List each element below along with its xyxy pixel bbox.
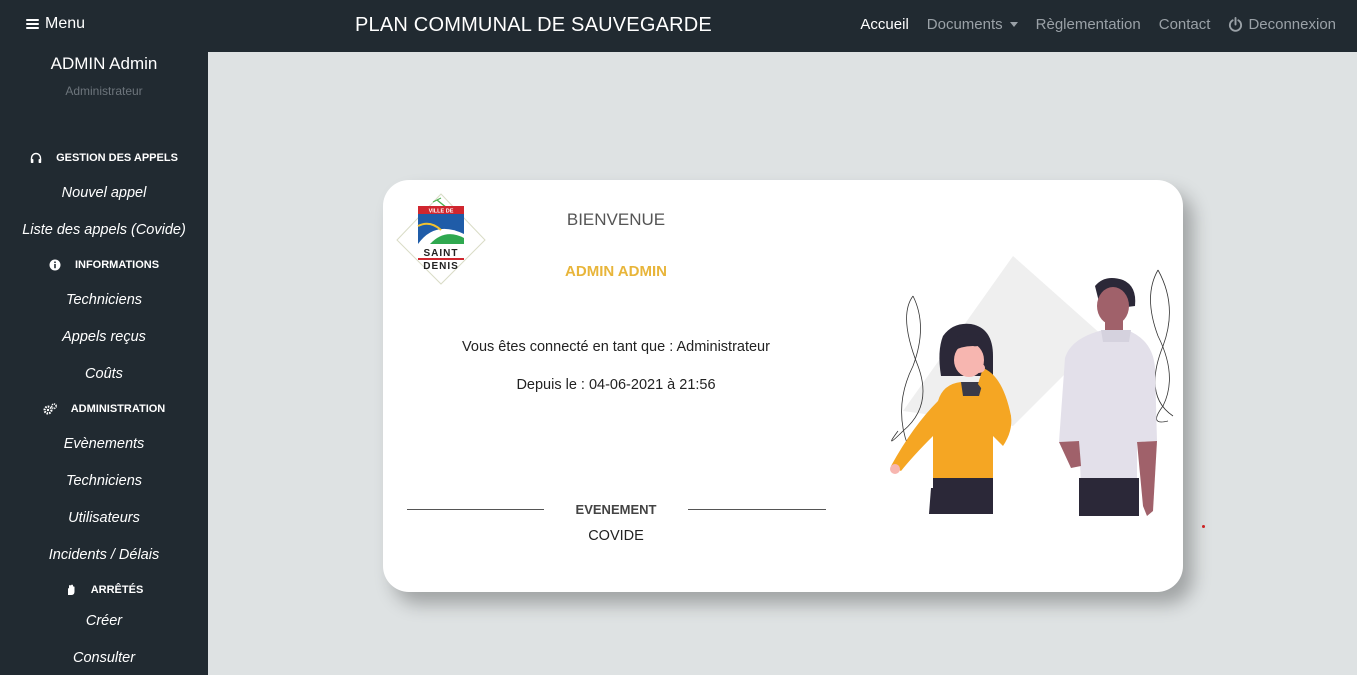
admin-name: ADMIN ADMIN — [565, 263, 667, 280]
sidebar-item-users[interactable]: Utilisateurs — [0, 510, 208, 526]
event-value: COVIDE — [588, 528, 644, 544]
logo-line1: SAINT — [424, 248, 459, 259]
since-text: Depuis le : 04-06-2021 à 21:56 — [516, 377, 716, 393]
sidebar-item-costs[interactable]: Coûts — [0, 366, 208, 382]
sidebar-item-consult[interactable]: Consulter — [0, 650, 208, 666]
gears-icon — [43, 403, 57, 415]
top-navbar: Menu PLAN COMMUNAL DE SAUVEGARDE Accueil… — [0, 0, 1357, 52]
headphones-icon — [30, 152, 42, 163]
sidebar-item-events[interactable]: Evènements — [0, 436, 208, 452]
nav-regulation-label: Règlementation — [1035, 16, 1141, 33]
people-illustration — [890, 256, 1174, 516]
nav-documents-label: Documents — [926, 16, 1003, 33]
red-dot-marker — [1202, 525, 1205, 528]
hand-icon — [67, 584, 75, 595]
sidebar-section-decrees: ARRÊTÉS — [0, 584, 208, 596]
nav-home-label: Accueil — [860, 16, 909, 33]
sidebar-section-info: INFORMATIONS — [0, 259, 208, 271]
nav-logout-link[interactable]: Deconnexion — [1228, 16, 1336, 33]
welcome-card: VILLE DE SAINT DENIS BIENVENUE ADMIN ADM… — [383, 180, 1183, 592]
event-title: EVENEMENT — [575, 502, 657, 517]
divider-right — [688, 509, 826, 510]
caret-down-icon — [1009, 22, 1018, 27]
sidebar-user-role: Administrateur — [65, 84, 143, 98]
logo-top-text: VILLE DE — [429, 209, 454, 215]
nav-home-link[interactable]: Accueil — [860, 16, 908, 33]
info-icon — [49, 259, 61, 271]
sidebar-item-call-list[interactable]: Liste des appels (Covide) — [0, 222, 208, 238]
nav-contact-link[interactable]: Contact — [1159, 16, 1211, 33]
power-icon — [1229, 17, 1243, 32]
sidebar: ADMIN Admin Administrateur GESTION DES A… — [0, 52, 208, 675]
sidebar-item-create[interactable]: Créer — [0, 613, 208, 629]
saint-denis-logo: VILLE DE SAINT DENIS — [396, 193, 486, 285]
sidebar-section-admin: ADMINISTRATION — [0, 403, 208, 415]
sidebar-item-incidents-delays[interactable]: Incidents / Délais — [0, 547, 208, 563]
sidebar-item-technicians[interactable]: Techniciens — [0, 292, 208, 308]
sidebar-user-name: ADMIN Admin — [50, 54, 158, 73]
sidebar-section-decrees-title: ARRÊTÉS — [90, 584, 144, 596]
hamburger-icon — [26, 18, 39, 30]
logo-line2: DENIS — [423, 261, 459, 272]
sidebar-section-admin-title: ADMINISTRATION — [70, 403, 166, 415]
divider-left — [407, 509, 544, 510]
nav-links: Accueil Documents Règlementation Contact… — [860, 16, 1336, 33]
app-title: PLAN COMMUNAL DE SAUVEGARDE — [355, 14, 712, 36]
nav-logout-label: Deconnexion — [1248, 16, 1336, 33]
connected-as-text: Vous êtes connecté en tant que : Adminis… — [462, 339, 770, 355]
nav-documents-dropdown[interactable]: Documents — [927, 16, 1018, 33]
sidebar-section-calls: GESTION DES APPELS — [0, 152, 208, 164]
menu-toggle-button[interactable]: Menu — [26, 15, 85, 33]
sidebar-item-received-calls[interactable]: Appels reçus — [0, 329, 208, 345]
sidebar-item-admin-technicians[interactable]: Techniciens — [0, 473, 208, 489]
sidebar-item-new-call[interactable]: Nouvel appel — [0, 185, 208, 201]
menu-label: Menu — [45, 15, 86, 32]
welcome-heading: BIENVENUE — [566, 210, 666, 229]
nav-contact-label: Contact — [1158, 16, 1211, 33]
sidebar-section-calls-title: GESTION DES APPELS — [56, 152, 178, 164]
nav-regulation-link[interactable]: Règlementation — [1036, 16, 1141, 33]
sidebar-section-info-title: INFORMATIONS — [74, 259, 160, 271]
